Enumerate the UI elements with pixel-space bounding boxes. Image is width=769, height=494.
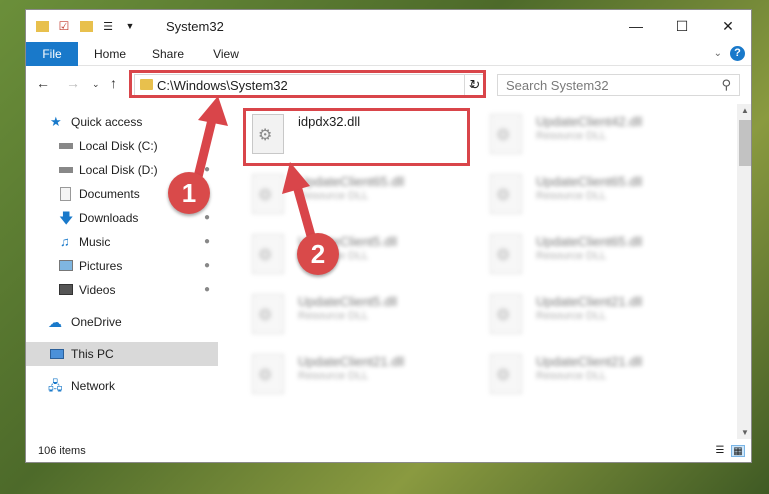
arrow-1 (191, 96, 228, 190)
step-2-badge: 2 (297, 233, 339, 275)
arrow-2 (282, 162, 318, 248)
step-1-badge: 1 (168, 172, 210, 214)
annotation-arrows (191, 96, 318, 248)
